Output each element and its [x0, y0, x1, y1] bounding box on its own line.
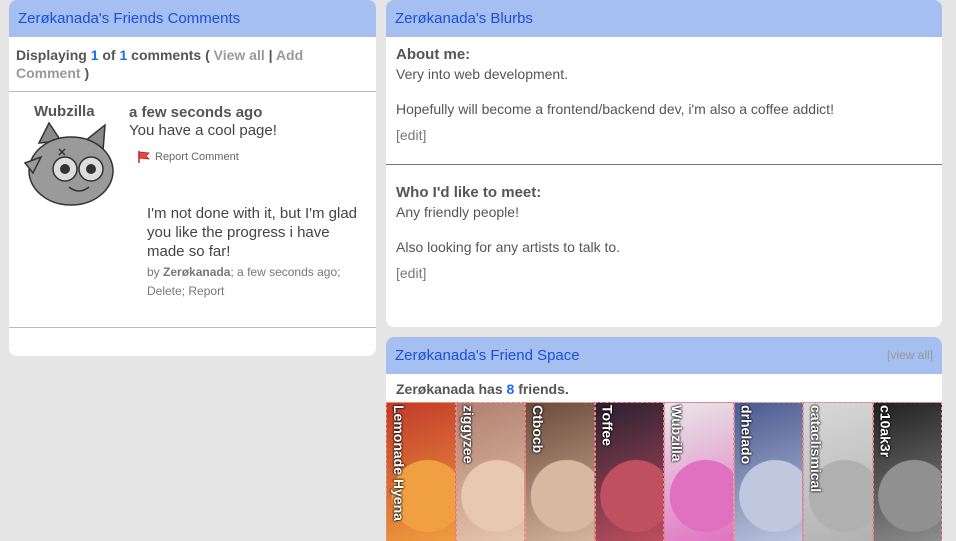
friend-grid: Lemonade Hyena ziggyzee Ctbocb Toffee Wubzil…: [386, 402, 942, 541]
friend-tile[interactable]: drhelado: [733, 402, 803, 541]
divider: [9, 327, 376, 328]
report-comment-label: Report Comment: [155, 151, 239, 163]
semicolon: ;: [181, 284, 186, 298]
divider: [9, 91, 376, 92]
friend-name: Toffee: [599, 405, 616, 446]
edit-about-link[interactable]: [edit]: [396, 127, 426, 143]
friend-name: ziggyzee: [460, 405, 477, 464]
view-all-comments-link[interactable]: View all: [214, 47, 265, 63]
report-reply-link[interactable]: Report: [188, 284, 224, 298]
comment-text: You have a cool page!: [129, 122, 277, 139]
comments-summary: Displaying 1 of 1 comments ( View all | …: [9, 37, 376, 82]
who-to-meet-heading: Who I'd like to meet:: [396, 184, 542, 201]
by-label: by: [147, 265, 160, 279]
of-label: of: [102, 47, 116, 63]
friend-tile[interactable]: c10ak3r: [872, 402, 942, 541]
friend-tile[interactable]: Lemonade Hyena: [386, 402, 456, 541]
friend-tile[interactable]: ziggyzee: [455, 402, 525, 541]
friend-name: c10ak3r: [877, 405, 894, 458]
report-comment-link[interactable]: Report Comment: [137, 150, 239, 164]
reply-author-link[interactable]: Zerøkanada: [163, 265, 230, 279]
friend-space-title: Zerøkanada's Friend Space: [395, 347, 580, 364]
friends-comments-title: Zerøkanada's Friends Comments: [9, 0, 376, 37]
friend-space-panel: Zerøkanada's Friend Space [view all] Zer…: [386, 337, 942, 541]
friends-label: friends.: [518, 381, 569, 397]
reply-meta: by Zerøkanada; a few seconds ago; Delete…: [147, 263, 362, 301]
blurbs-title: Zerøkanada's Blurbs: [386, 0, 942, 37]
reply-time: ; a few seconds ago;: [230, 265, 341, 279]
owner-name: Zerøkanada: [396, 381, 475, 397]
friends-comments-panel: Zerøkanada's Friends Comments Displaying…: [9, 0, 376, 356]
about-me-heading: About me:: [396, 46, 471, 63]
avatar[interactable]: [19, 121, 115, 209]
reply-text: I'm not done with it, but I'm glad you l…: [147, 205, 357, 260]
gray-cat-avatar-icon: [23, 121, 114, 206]
comment-author-link[interactable]: Wubzilla: [34, 103, 95, 120]
friend-space-header: Zerøkanada's Friend Space [view all]: [386, 337, 942, 374]
who-to-meet-line-2: Also looking for any artists to talk to.: [396, 239, 621, 255]
comments-shown-count: 1: [90, 47, 99, 63]
friend-tile[interactable]: Toffee: [594, 402, 664, 541]
has-label: has: [478, 381, 503, 397]
pipe-separator: |: [268, 47, 273, 63]
comments-total-count: 1: [119, 47, 128, 63]
comment-time: a few seconds ago: [129, 104, 263, 121]
about-me-line-2: Hopefully will become a frontend/backend…: [396, 101, 834, 117]
close-paren: ): [84, 65, 90, 81]
delete-reply-link[interactable]: Delete: [147, 284, 182, 298]
friend-name: drhelado: [738, 405, 755, 465]
friend-tile[interactable]: Wubzilla: [664, 402, 734, 541]
who-to-meet-line-1: Any friendly people!: [396, 204, 519, 220]
friend-name: Ctbocb: [530, 405, 546, 454]
friend-name: cataclismical: [808, 405, 824, 493]
friend-tile[interactable]: cataclismical: [803, 402, 873, 541]
view-all-friends-link[interactable]: [view all]: [887, 337, 933, 374]
friend-count: Zerøkanada has 8 friends.: [396, 381, 569, 397]
friends-count-number: 8: [506, 381, 515, 397]
friend-name: Wubzilla: [669, 405, 685, 462]
red-flag-icon: [138, 151, 151, 163]
about-me-line-1: Very into web development.: [396, 66, 568, 82]
edit-meet-link[interactable]: [edit]: [396, 265, 426, 281]
divider: [386, 164, 942, 165]
blurbs-panel: Zerøkanada's Blurbs About me: Very into …: [386, 0, 942, 327]
friend-name: Lemonade Hyena: [391, 405, 407, 521]
friend-tile[interactable]: Ctbocb: [525, 402, 595, 541]
comments-label: comments (: [131, 47, 210, 63]
displaying-label: Displaying: [16, 47, 87, 63]
